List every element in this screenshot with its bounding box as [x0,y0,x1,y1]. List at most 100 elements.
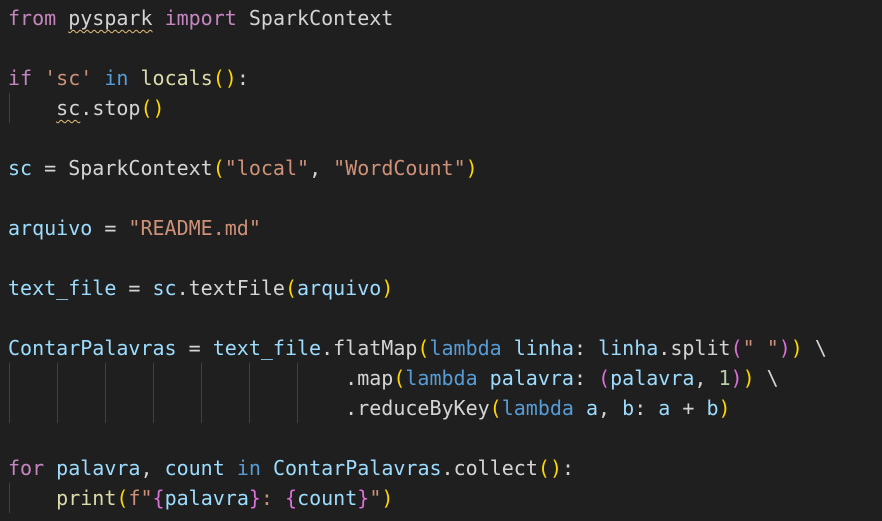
parameter-token: a [658,396,671,420]
parameter-token: palavra [489,366,574,390]
number-token: 1 [718,366,731,390]
variable-token: ContarPalavras [8,336,177,360]
line-continuation-token: \ [802,336,827,360]
code-editor[interactable]: from pyspark import SparkContext if 'sc'… [0,0,882,521]
bracket-token: ) [718,396,731,420]
punctuation-token: . [441,456,454,480]
punctuation-token: : [236,66,249,90]
bracket-token: } [357,486,370,510]
code-line-10[interactable]: text_file = sc.textFile(arquivo) [8,273,393,303]
code-line-8[interactable]: arquivo = "README.md" [8,213,261,243]
bracket-token: ( [393,366,406,390]
bracket-token: ( [417,336,430,360]
variable-token: arquivo [297,276,382,300]
string-token: " " [742,336,779,360]
method-token: map [357,366,394,390]
line-continuation-token: \ [754,366,779,390]
bracket-token: ) [152,96,165,120]
variable-token: text_file [8,276,117,300]
string-token: "WordCount" [333,156,466,180]
parameter-token: b [622,396,635,420]
bracket-token: ( [116,486,129,510]
bracket-token: ) [742,366,755,390]
string-token: f" [128,486,153,510]
bracket-token: ( [212,156,225,180]
bracket-token: ( [284,276,298,300]
parameter-token: linha [513,336,574,360]
method-token: collect [453,456,538,480]
variable-token: count [164,456,225,480]
punctuation-token: : [634,396,659,420]
variable-token: palavra [164,486,249,510]
code-line-13[interactable]: .map(lambda palavra: (palavra, 1)) \ [8,363,779,393]
module-token: pyspark [68,6,153,30]
code-line-3[interactable]: if 'sc' in locals(): [8,63,249,93]
class-token: SparkContext [248,6,394,30]
code-line-1[interactable]: from pyspark import SparkContext [8,3,393,33]
punctuation-token: , [598,396,623,420]
punctuation-token: . [658,336,671,360]
code-line-17[interactable]: print(f"{palavra}: {count}") [8,483,393,513]
method-token: split [670,336,731,360]
code-line-12[interactable]: ContarPalavras = text_file.flatMap(lambd… [8,333,827,363]
variable-token: sc [56,96,81,120]
punctuation-token: . [321,336,334,360]
bracket-token: { [285,486,298,510]
operator-token: = [32,156,69,180]
keyword-token: import [164,6,237,30]
string-token: : [260,486,286,510]
code-line-16[interactable]: for palavra, count in ContarPalavras.col… [8,453,574,483]
punctuation-token: . [80,96,93,120]
bracket-token: ( [212,66,225,90]
variable-token: arquivo [8,216,93,240]
bracket-token: ) [381,486,394,510]
punctuation-token: : [573,366,599,390]
parameter-token: b [706,396,719,420]
code-line-14[interactable]: .reduceByKey(lambda a, b: a + b) [8,393,731,423]
indent-token [8,396,345,420]
variable-token: ContarPalavras [272,456,442,480]
bracket-token: ) [381,276,394,300]
bracket-token: ) [778,336,791,360]
indent-token [8,96,56,120]
variable-token: sc [8,156,33,180]
method-token: reduceByKey [357,396,490,420]
parameter-token: palavra [610,366,695,390]
keyword-token: from [8,6,57,30]
punctuation-token: . [345,396,358,420]
bracket-token: ( [730,336,743,360]
bracket-token: { [152,486,165,510]
keyword-token: for [8,456,45,480]
code-line-4[interactable]: sc.stop() [8,93,165,123]
bracket-token: ) [549,456,562,480]
bracket-token: ( [537,456,550,480]
punctuation-token: : [561,456,575,480]
function-token: print [56,486,117,510]
operator-token: + [670,396,707,420]
indent-token [8,366,345,390]
code-line-6[interactable]: sc = SparkContext("local", "WordCount") [8,153,478,183]
punctuation-token: . [176,276,189,300]
punctuation-token: , [309,156,334,180]
variable-token: text_file [212,336,322,360]
variable-token: count [297,486,358,510]
bracket-token: ( [598,366,611,390]
keyword-token: lambda [429,336,502,360]
bracket-token: ) [790,336,803,360]
bracket-token: ) [465,156,478,180]
bracket-token: ) [224,66,237,90]
string-token: "local" [224,156,310,180]
keyword-token: lambda [405,366,478,390]
bracket-token: ( [489,396,502,420]
